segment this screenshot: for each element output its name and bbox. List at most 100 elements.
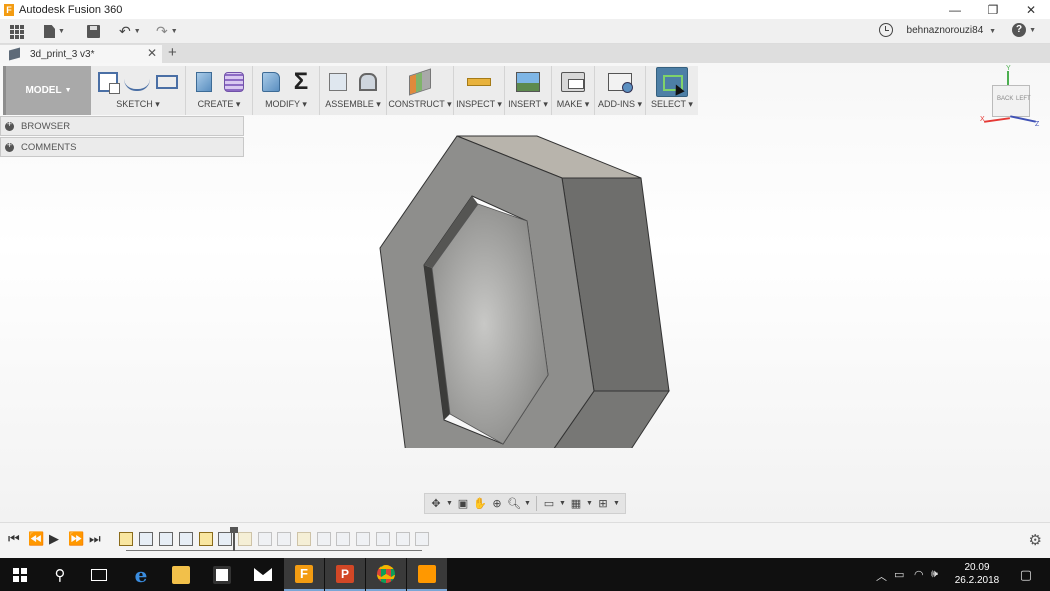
parameters-icon[interactable]: Σ — [288, 70, 314, 94]
undo-button[interactable]: ↶ ▼ — [119, 22, 141, 41]
expand-icon[interactable] — [5, 140, 14, 152]
taskbar-edge[interactable]: e — [121, 558, 161, 591]
go-to-start-icon[interactable]: ⏮ — [8, 531, 20, 547]
sketch-menu[interactable]: SKETCH ▾ — [116, 98, 160, 110]
select-icon[interactable] — [656, 67, 688, 97]
help-button[interactable]: ? ▼ — [1012, 23, 1036, 37]
new-component-icon[interactable] — [329, 73, 347, 91]
timeline-feature-extrude[interactable] — [139, 532, 153, 546]
expand-icon[interactable] — [5, 119, 14, 131]
timeline-feature-suppressed[interactable] — [415, 532, 429, 546]
measure-icon[interactable] — [467, 78, 491, 86]
inspect-menu[interactable]: INSPECT ▾ — [456, 98, 502, 110]
insert-image-icon[interactable] — [516, 72, 540, 92]
timeline-feature-suppressed[interactable] — [238, 532, 252, 546]
chevron-down-icon[interactable]: ▼ — [559, 497, 566, 511]
taskbar-clock[interactable]: 20.09 26.2.2018 — [952, 561, 1002, 587]
taskbar-sublime-text[interactable] — [407, 558, 447, 591]
taskbar-chrome[interactable] — [366, 558, 406, 591]
form-icon[interactable] — [224, 72, 244, 92]
press-pull-icon[interactable] — [262, 72, 280, 92]
restore-button[interactable]: ❐ — [974, 0, 1012, 19]
chevron-down-icon[interactable]: ▼ — [446, 497, 453, 511]
close-tab-button[interactable]: ✕ — [147, 46, 157, 60]
timeline-feature-sketch[interactable] — [119, 532, 133, 546]
taskbar-powerpoint[interactable]: P — [325, 558, 365, 591]
make-menu[interactable]: MAKE ▾ — [557, 98, 590, 110]
assemble-menu[interactable]: ASSEMBLE ▾ — [325, 98, 381, 110]
create-sketch-icon[interactable] — [98, 72, 120, 94]
step-back-icon[interactable]: ⏪ — [28, 531, 44, 547]
zoom-window-icon[interactable]: 🔍︎ — [507, 497, 521, 511]
go-to-end-icon[interactable]: ⏭ — [89, 531, 101, 547]
construct-menu[interactable]: CONSTRUCT ▾ — [388, 98, 451, 110]
chevron-down-icon[interactable]: ▼ — [613, 497, 620, 511]
battery-icon[interactable]: ▭ — [894, 568, 904, 581]
timeline-feature-suppressed[interactable] — [376, 532, 390, 546]
timeline-feature-extrude[interactable] — [218, 532, 232, 546]
display-settings-icon[interactable]: ▭ — [542, 497, 556, 511]
close-window-button[interactable]: ✕ — [1012, 0, 1050, 19]
browser-panel[interactable]: BROWSER — [0, 116, 244, 136]
zoom-icon[interactable]: ⊕ — [490, 497, 504, 511]
show-hidden-icons-chevron-icon[interactable]: ︿ — [876, 568, 887, 584]
taskbar-fusion-360[interactable]: F — [284, 558, 324, 591]
redo-button[interactable]: ↷ ▼ — [156, 22, 178, 41]
data-panel-button[interactable] — [10, 22, 24, 41]
new-tab-button[interactable]: + — [168, 44, 177, 61]
hex-nut-model[interactable] — [360, 128, 680, 448]
modify-menu[interactable]: MODIFY ▾ — [265, 98, 307, 110]
insert-menu[interactable]: INSERT ▾ — [508, 98, 548, 110]
notifications-icon[interactable]: ▢ — [1020, 567, 1032, 583]
timeline-feature-suppressed[interactable] — [277, 532, 291, 546]
file-menu-button[interactable]: ▼ — [44, 22, 65, 41]
spline-icon[interactable] — [124, 79, 150, 91]
timeline-feature-extrude[interactable] — [159, 532, 173, 546]
job-status-icon[interactable] — [879, 23, 893, 37]
timeline-feature-suppressed[interactable] — [258, 532, 272, 546]
view-cube-face[interactable]: BACK LEFT — [992, 85, 1031, 117]
timeline-feature-suppressed[interactable] — [336, 532, 350, 546]
gear-icon[interactable]: ⚙ — [1029, 531, 1042, 549]
chevron-down-icon[interactable]: ▼ — [524, 497, 531, 511]
grid-settings-icon[interactable]: ▦ — [569, 497, 583, 511]
task-view-button[interactable] — [79, 558, 119, 591]
taskbar-file-explorer[interactable] — [161, 558, 201, 591]
start-button[interactable] — [0, 558, 40, 591]
viewports-icon[interactable]: ⊞ — [596, 497, 610, 511]
timeline-feature-suppressed[interactable] — [396, 532, 410, 546]
select-menu[interactable]: SELECT ▾ — [651, 98, 693, 110]
timeline-marker-handle[interactable] — [230, 527, 238, 551]
play-icon[interactable]: ▶ — [49, 531, 59, 547]
document-tab[interactable]: 3d_print_3 v3* ✕ — [0, 45, 162, 63]
pan-hand-icon[interactable]: ✋ — [473, 497, 487, 511]
taskbar-mail[interactable] — [243, 558, 283, 591]
comments-panel[interactable]: COMMENTS — [0, 137, 244, 157]
timeline-feature-extrude[interactable] — [179, 532, 193, 546]
addins-menu[interactable]: ADD-INS ▾ — [598, 98, 642, 110]
timeline-feature-suppressed[interactable] — [317, 532, 331, 546]
user-account-menu[interactable]: behnaznorouzi84 ▼ — [907, 25, 996, 36]
timeline-feature-sketch[interactable] — [199, 532, 213, 546]
minimize-button[interactable]: — — [936, 0, 974, 19]
timeline-feature-suppressed[interactable] — [356, 532, 370, 546]
orbit-icon[interactable]: ✥ — [429, 497, 443, 511]
create-menu[interactable]: CREATE ▾ — [198, 98, 241, 110]
joint-icon[interactable] — [359, 73, 377, 91]
3d-print-icon[interactable] — [561, 72, 585, 92]
save-button[interactable] — [87, 22, 100, 41]
offset-plane-icon[interactable] — [409, 68, 431, 96]
timeline-feature-suppressed[interactable] — [297, 532, 311, 546]
rectangle-icon[interactable] — [156, 75, 178, 89]
volume-icon[interactable]: 🕪︎ — [931, 568, 938, 581]
wifi-icon[interactable]: ◠ — [914, 568, 924, 581]
canvas-viewport[interactable]: MODEL ▼ SKETCH ▾ CREATE ▾ Σ MODIFY ▾ ASS… — [0, 63, 1050, 522]
chevron-down-icon[interactable]: ▼ — [586, 497, 593, 511]
workspace-switcher[interactable]: MODEL ▼ — [3, 66, 91, 115]
search-button[interactable]: ⚲ — [40, 558, 80, 591]
step-forward-icon[interactable]: ⏩ — [68, 531, 84, 547]
look-at-icon[interactable]: ▣ — [456, 497, 470, 511]
taskbar-store[interactable] — [202, 558, 242, 591]
extrude-icon[interactable] — [196, 72, 212, 92]
view-cube[interactable]: BACK LEFT X Y Z — [980, 65, 1040, 129]
